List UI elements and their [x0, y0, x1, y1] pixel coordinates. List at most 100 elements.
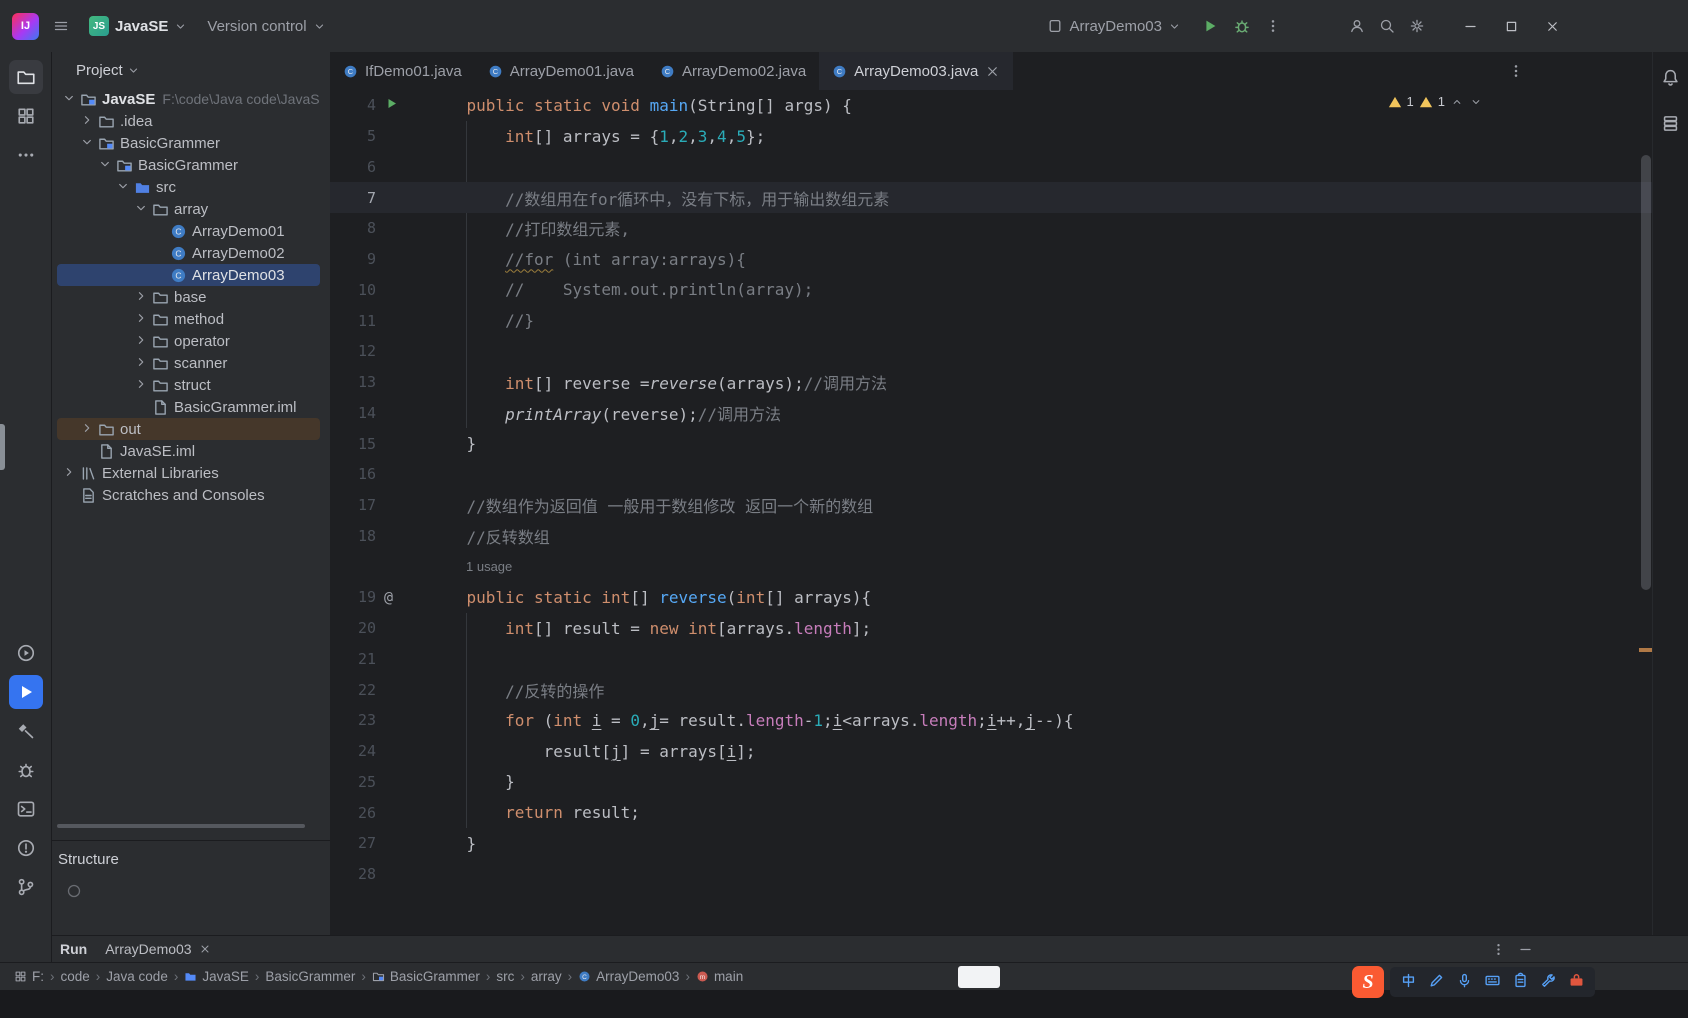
breadcrumb-java-code[interactable]: Java code — [104, 969, 170, 984]
line-number[interactable]: 8 — [330, 219, 376, 237]
line-number[interactable]: 27 — [330, 834, 376, 852]
tree-item-javase-iml[interactable]: JavaSE.iml — [57, 440, 320, 462]
breadcrumb-code[interactable]: code — [59, 969, 92, 984]
breadcrumb-src[interactable]: src — [494, 969, 516, 984]
problems-tool-button[interactable] — [9, 831, 43, 865]
minimize-button[interactable] — [1457, 15, 1484, 38]
line-number[interactable]: 26 — [330, 804, 376, 822]
run-tab-close-button[interactable] — [199, 943, 211, 955]
ime-keyboard-button[interactable] — [1484, 972, 1501, 993]
project-panel-header[interactable]: Project — [52, 52, 330, 88]
inspections-widget[interactable]: 1 1 — [1384, 92, 1487, 111]
ime-mic-button[interactable] — [1456, 972, 1473, 993]
ime-clipboard-button[interactable] — [1512, 972, 1529, 993]
tree-item-basicgrammer[interactable]: BasicGrammer — [57, 154, 320, 176]
line-number[interactable]: 9 — [330, 250, 376, 268]
tree-item-operator[interactable]: operator — [57, 330, 320, 352]
run-options-button[interactable] — [1491, 942, 1506, 957]
ime-wrench-button[interactable] — [1540, 972, 1557, 993]
line-number[interactable]: 21 — [330, 650, 376, 668]
line-number[interactable]: 25 — [330, 773, 376, 791]
project-tool-button[interactable] — [8, 60, 43, 94]
breadcrumb-javase[interactable]: JavaSE — [182, 969, 251, 984]
tree-item-out[interactable]: out — [57, 418, 320, 440]
tree-item-struct[interactable]: struct — [57, 374, 320, 396]
line-number[interactable]: 22 — [330, 681, 376, 699]
settings-button[interactable] — [1403, 14, 1431, 38]
ime-chinese-button[interactable] — [1400, 972, 1417, 993]
more-actions-button[interactable] — [1259, 14, 1287, 38]
tree-item-arraydemo03[interactable]: C ArrayDemo03 — [57, 264, 320, 286]
search-everywhere-button[interactable] — [1373, 14, 1401, 38]
usages-inlay-hint[interactable]: 1 usage — [428, 559, 512, 574]
breadcrumb-f[interactable]: F: — [12, 969, 46, 984]
line-number[interactable]: 23 — [330, 711, 376, 729]
line-number[interactable]: 5 — [330, 127, 376, 145]
services-tool-button[interactable] — [9, 636, 43, 670]
tree-item-scratches-and-consoles[interactable]: Scratches and Consoles — [57, 484, 320, 506]
line-number[interactable]: 7 — [330, 189, 376, 207]
structure-panel-header[interactable]: Structure — [52, 841, 330, 877]
editor-scrollbar[interactable] — [1641, 155, 1651, 590]
project-widget[interactable]: JS JavaSE — [83, 12, 193, 40]
tree-item-basicgrammer-iml[interactable]: BasicGrammer.iml — [57, 396, 320, 418]
line-number[interactable]: 12 — [330, 342, 376, 360]
tree-item-scanner[interactable]: scanner — [57, 352, 320, 374]
run-line-button[interactable] — [384, 96, 399, 115]
structure-tool-button[interactable] — [9, 99, 43, 133]
hide-run-panel-button[interactable] — [1518, 942, 1533, 957]
close-button[interactable] — [1539, 15, 1566, 38]
tree-item-idea[interactable]: .idea — [57, 110, 320, 132]
database-tool-button[interactable] — [1656, 108, 1686, 138]
line-number[interactable]: 14 — [330, 404, 376, 422]
line-number[interactable]: 28 — [330, 865, 376, 883]
tree-item-javase[interactable]: JavaSE F:\code\Java code\JavaSE\JavaS — [57, 88, 320, 110]
tree-item-external-libraries[interactable]: External Libraries — [57, 462, 320, 484]
tree-item-arraydemo01[interactable]: C ArrayDemo01 — [57, 220, 320, 242]
tree-item-arraydemo02[interactable]: C ArrayDemo02 — [57, 242, 320, 264]
previous-problem-button[interactable] — [1450, 95, 1464, 109]
code-with-me-button[interactable] — [1343, 14, 1371, 38]
tree-item-array[interactable]: array — [57, 198, 320, 220]
more-tool-windows-button[interactable] — [9, 138, 43, 172]
line-number[interactable]: 16 — [330, 465, 376, 483]
editor-tab-arraydemo02-java[interactable]: C ArrayDemo02.java — [647, 52, 819, 90]
tree-item-base[interactable]: base — [57, 286, 320, 308]
left-stripe-handle[interactable] — [0, 424, 5, 470]
line-number[interactable]: 24 — [330, 742, 376, 760]
breadcrumb-array[interactable]: array — [529, 969, 564, 984]
line-number[interactable]: 20 — [330, 619, 376, 637]
line-number[interactable]: 15 — [330, 435, 376, 453]
code-editor[interactable]: 4 public static void main(String[] args)… — [330, 90, 1652, 935]
notifications-button[interactable] — [1656, 62, 1686, 92]
editor-tab-arraydemo03-java[interactable]: C ArrayDemo03.java — [819, 52, 1014, 90]
editor-tab-arraydemo01-java[interactable]: C ArrayDemo01.java — [475, 52, 647, 90]
tree-item-method[interactable]: method — [57, 308, 320, 330]
debug-tool-button[interactable] — [9, 753, 43, 787]
line-number[interactable]: 17 — [330, 496, 376, 514]
breadcrumb-basicgrammer[interactable]: BasicGrammer — [263, 969, 357, 984]
ime-toolbox-button[interactable] — [1568, 972, 1585, 993]
next-problem-button[interactable] — [1469, 95, 1483, 109]
tree-item-basicgrammer[interactable]: BasicGrammer — [57, 132, 320, 154]
sogou-logo[interactable]: S — [1352, 966, 1384, 998]
line-number[interactable]: 6 — [330, 158, 376, 176]
main-menu-button[interactable] — [47, 14, 75, 38]
line-number[interactable]: 19 — [330, 588, 376, 606]
breadcrumb-basicgrammer[interactable]: BasicGrammer — [370, 969, 482, 984]
tab-options-button[interactable] — [1502, 59, 1530, 83]
run-tab[interactable]: ArrayDemo03 — [105, 941, 210, 957]
line-number[interactable]: 11 — [330, 312, 376, 330]
run-configuration-selector[interactable]: ArrayDemo03 — [1041, 14, 1187, 39]
breadcrumb-arraydemo03[interactable]: C ArrayDemo03 — [576, 969, 681, 984]
line-number[interactable]: 10 — [330, 281, 376, 299]
debug-button[interactable] — [1227, 13, 1257, 39]
line-number[interactable]: 13 — [330, 373, 376, 391]
maximize-button[interactable] — [1498, 15, 1525, 38]
project-horizontal-scrollbar[interactable] — [57, 824, 305, 828]
ime-pen-button[interactable] — [1428, 972, 1445, 993]
terminal-tool-button[interactable] — [9, 792, 43, 826]
line-number[interactable]: 4 — [330, 96, 376, 114]
line-number[interactable]: 18 — [330, 527, 376, 545]
tab-close-button[interactable] — [985, 64, 1000, 79]
